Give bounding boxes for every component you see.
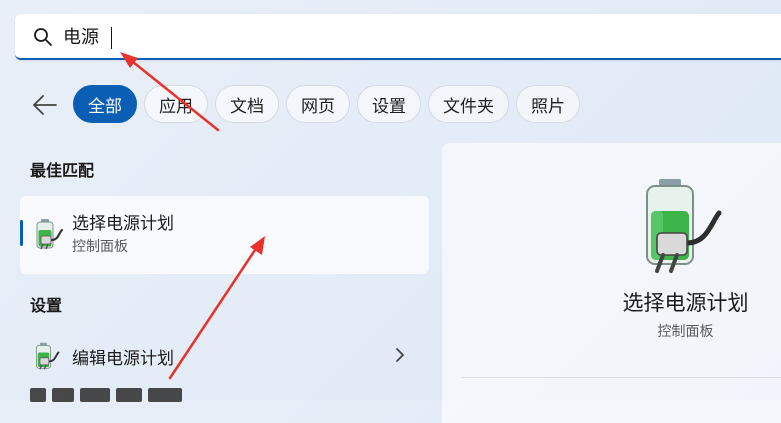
- best-match-heading: 最佳匹配: [30, 161, 95, 180]
- filter-tab-folders[interactable]: 文件夹: [428, 85, 509, 123]
- battery-plug-icon: [646, 179, 722, 273]
- best-match-subtitle: 控制面板: [72, 239, 128, 255]
- selection-indicator: [20, 220, 23, 246]
- filter-tabs: 全部 应用 文档 网页 设置 文件夹 照片: [73, 85, 580, 123]
- filter-tab-photos[interactable]: 照片: [516, 85, 580, 123]
- detail-subtitle: 控制面板: [657, 324, 714, 340]
- text-caret: [111, 27, 112, 49]
- battery-plug-icon: [35, 342, 60, 370]
- best-match-title: 选择电源计划: [72, 214, 174, 234]
- detail-pane: 选择电源计划 控制面板: [442, 143, 781, 423]
- chevron-right-icon: [396, 348, 404, 362]
- filter-tab-all[interactable]: 全部: [73, 85, 137, 123]
- search-box[interactable]: [15, 14, 781, 60]
- detail-divider: [462, 377, 781, 378]
- filter-tab-apps[interactable]: 应用: [144, 85, 208, 123]
- detail-title: 选择电源计划: [622, 291, 749, 315]
- back-arrow-icon[interactable]: [30, 91, 60, 119]
- filter-tab-documents[interactable]: 文档: [215, 85, 279, 123]
- battery-plug-icon: [36, 219, 64, 250]
- best-match-result[interactable]: 选择电源计划 控制面板: [20, 196, 429, 274]
- settings-item-edit-power-plan[interactable]: 编辑电源计划: [20, 333, 429, 377]
- search-icon: [34, 28, 52, 46]
- settings-item-title: 编辑电源计划: [72, 349, 174, 369]
- settings-heading: 设置: [30, 296, 63, 315]
- filter-tab-web[interactable]: 网页: [286, 85, 350, 123]
- search-input[interactable]: [63, 22, 663, 50]
- filter-tab-settings[interactable]: 设置: [357, 85, 421, 123]
